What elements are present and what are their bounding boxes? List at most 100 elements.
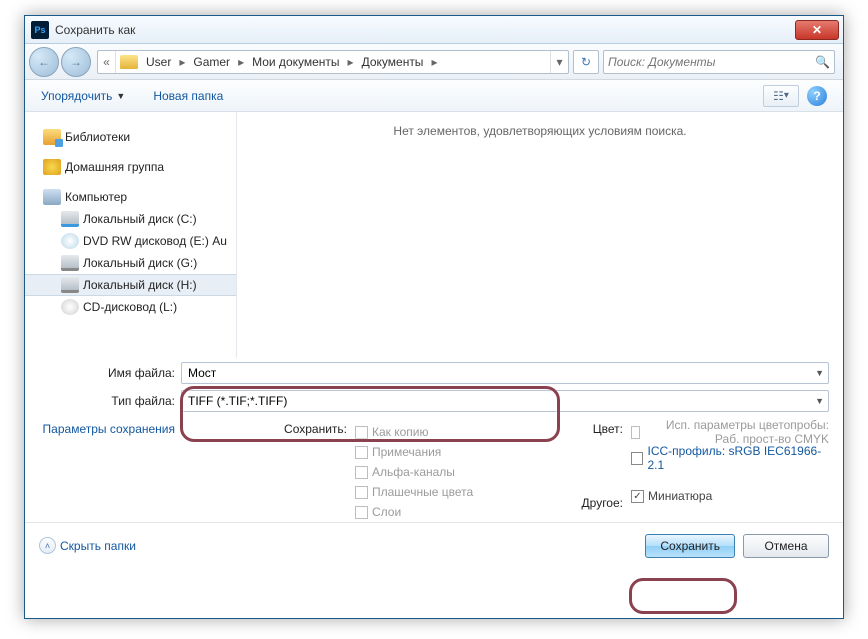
sidebar-item-label: Локальный диск (G:) (83, 256, 197, 270)
cd-icon (61, 299, 79, 315)
sidebar: Библиотеки Домашняя группа Компьютер Лок… (25, 112, 237, 358)
chevron-up-icon: ˄ (39, 537, 56, 554)
filename-input[interactable] (188, 366, 822, 380)
checkbox-label: Миниатюра (648, 489, 712, 503)
sidebar-item-label: Локальный диск (C:) (83, 212, 197, 226)
checkbox-alpha: Альфа-каналы (355, 462, 525, 482)
new-folder-button[interactable]: Новая папка (153, 89, 223, 103)
sidebar-item-label: Компьютер (65, 190, 127, 204)
nav-back-button[interactable]: ← (29, 47, 59, 77)
sidebar-drive-cd[interactable]: CD-дисковод (L:) (25, 296, 236, 318)
sidebar-drive-g[interactable]: Локальный диск (G:) (25, 252, 236, 274)
checkbox-icon (355, 426, 368, 439)
refresh-icon: ↻ (581, 55, 591, 69)
checkbox-layers: Слои (355, 502, 525, 522)
filetype-label: Тип файла: (39, 394, 181, 408)
breadcrumb-seg-user[interactable]: User (142, 55, 175, 69)
refresh-button[interactable]: ↻ (573, 50, 599, 74)
breadcrumb[interactable]: « User▸ Gamer▸ Мои документы▸ Документы▸… (97, 50, 569, 74)
search-icon[interactable]: 🔍 (815, 55, 830, 69)
checkbox-icon (355, 446, 368, 459)
sidebar-drive-dvd[interactable]: DVD RW дисковод (E:) Au (25, 230, 236, 252)
sidebar-homegroup[interactable]: Домашняя группа (25, 156, 236, 178)
sidebar-drive-h[interactable]: Локальный диск (H:) (25, 274, 236, 296)
sidebar-computer[interactable]: Компьютер (25, 186, 236, 208)
view-icon: ☷ (773, 89, 784, 103)
drive-icon (61, 255, 79, 271)
filetype-combo[interactable]: ▼ (181, 390, 829, 412)
checkbox-notes: Примечания (355, 442, 525, 462)
folder-icon (120, 55, 138, 69)
arrow-left-icon: ← (38, 55, 50, 69)
breadcrumb-seg-gamer[interactable]: Gamer (189, 55, 234, 69)
close-icon: ✕ (812, 23, 822, 37)
file-list-area: Нет элементов, удовлетворяющих условиям … (237, 112, 843, 358)
other-options-header: Другое: (582, 496, 623, 510)
chevron-down-icon[interactable]: ▼ (815, 396, 824, 406)
checkbox-icon (355, 486, 368, 499)
view-options-button[interactable]: ☷ ▾ (763, 85, 799, 107)
sidebar-item-label: Локальный диск (H:) (83, 278, 197, 292)
window-title: Сохранить как (55, 23, 795, 37)
checkbox-icon (631, 426, 640, 439)
filename-row: Имя файла: ▼ (25, 360, 843, 386)
checkbox-label: Исп. параметры цветопробы: Раб. прост-во… (644, 418, 829, 446)
help-button[interactable]: ? (807, 86, 827, 106)
titlebar: Ps Сохранить как ✕ (25, 16, 843, 44)
chevron-down-icon[interactable]: ▼ (116, 91, 125, 101)
organize-menu[interactable]: Упорядочить (41, 89, 112, 103)
sidebar-item-label: Библиотеки (65, 130, 130, 144)
checkbox-icon (631, 452, 643, 465)
cancel-button[interactable]: Отмена (743, 534, 829, 558)
help-icon: ? (813, 89, 820, 103)
breadcrumb-history-icon[interactable]: « (98, 51, 116, 73)
save-options-panel: Параметры сохранения Сохранить: Как копи… (25, 414, 843, 522)
save-options-header: Сохранить: (284, 422, 347, 436)
checkbox-spot: Плашечные цвета (355, 482, 525, 502)
filetype-row: Тип файла: ▼ (25, 388, 843, 414)
dialog-footer: ˄ Скрыть папки Сохранить Отмена (25, 522, 843, 568)
checkbox-icc-profile[interactable]: ICC-профиль: sRGB IEC61966-2.1 (631, 448, 829, 468)
chevron-right-icon[interactable]: ▸ (344, 55, 358, 69)
sidebar-item-label: Домашняя группа (65, 160, 164, 174)
save-as-dialog: Ps Сохранить как ✕ ← → « User▸ Gamer▸ Мо… (24, 15, 844, 619)
breadcrumb-seg-mydocs[interactable]: Мои документы (248, 55, 343, 69)
toolbar: Упорядочить ▼ Новая папка ☷ ▾ ? (25, 80, 843, 112)
arrow-right-icon: → (70, 55, 82, 69)
checkbox-icon: ✓ (631, 490, 644, 503)
checkbox-label: Слои (372, 505, 401, 519)
checkbox-thumbnail[interactable]: ✓ Миниатюра (631, 486, 829, 506)
sidebar-drive-c[interactable]: Локальный диск (C:) (25, 208, 236, 230)
checkbox-label: ICC-профиль: sRGB IEC61966-2.1 (647, 444, 829, 472)
chevron-right-icon[interactable]: ▸ (427, 55, 441, 69)
empty-message: Нет элементов, удовлетворяющих условиям … (393, 124, 686, 138)
breadcrumb-dropdown-button[interactable]: ▾ (550, 51, 568, 73)
search-input[interactable] (608, 55, 815, 69)
drive-icon (61, 277, 79, 293)
libraries-icon (43, 129, 61, 145)
app-icon: Ps (31, 21, 49, 39)
sidebar-item-label: DVD RW дисковод (E:) Au (83, 234, 227, 248)
annotation-highlight (629, 578, 737, 614)
computer-icon (43, 189, 61, 205)
filename-label: Имя файла: (39, 366, 181, 380)
filetype-value[interactable] (188, 394, 822, 408)
nav-forward-button[interactable]: → (61, 47, 91, 77)
breadcrumb-seg-docs[interactable]: Документы (358, 55, 428, 69)
save-button[interactable]: Сохранить (645, 534, 735, 558)
sidebar-libraries[interactable]: Библиотеки (25, 126, 236, 148)
chevron-right-icon[interactable]: ▸ (234, 55, 248, 69)
hide-folders-label: Скрыть папки (60, 539, 136, 553)
search-box[interactable]: 🔍 (603, 50, 835, 74)
filename-combo[interactable]: ▼ (181, 362, 829, 384)
hide-folders-toggle[interactable]: ˄ Скрыть папки (39, 537, 136, 554)
save-params-link[interactable]: Параметры сохранения (39, 422, 181, 436)
checkbox-label: Как копию (372, 425, 429, 439)
checkbox-proof: Исп. параметры цветопробы: Раб. прост-во… (631, 422, 829, 442)
homegroup-icon (43, 159, 61, 175)
drive-icon (61, 211, 79, 227)
chevron-right-icon[interactable]: ▸ (175, 55, 189, 69)
close-button[interactable]: ✕ (795, 20, 839, 40)
chevron-down-icon[interactable]: ▼ (815, 368, 824, 378)
dvd-icon (61, 233, 79, 249)
